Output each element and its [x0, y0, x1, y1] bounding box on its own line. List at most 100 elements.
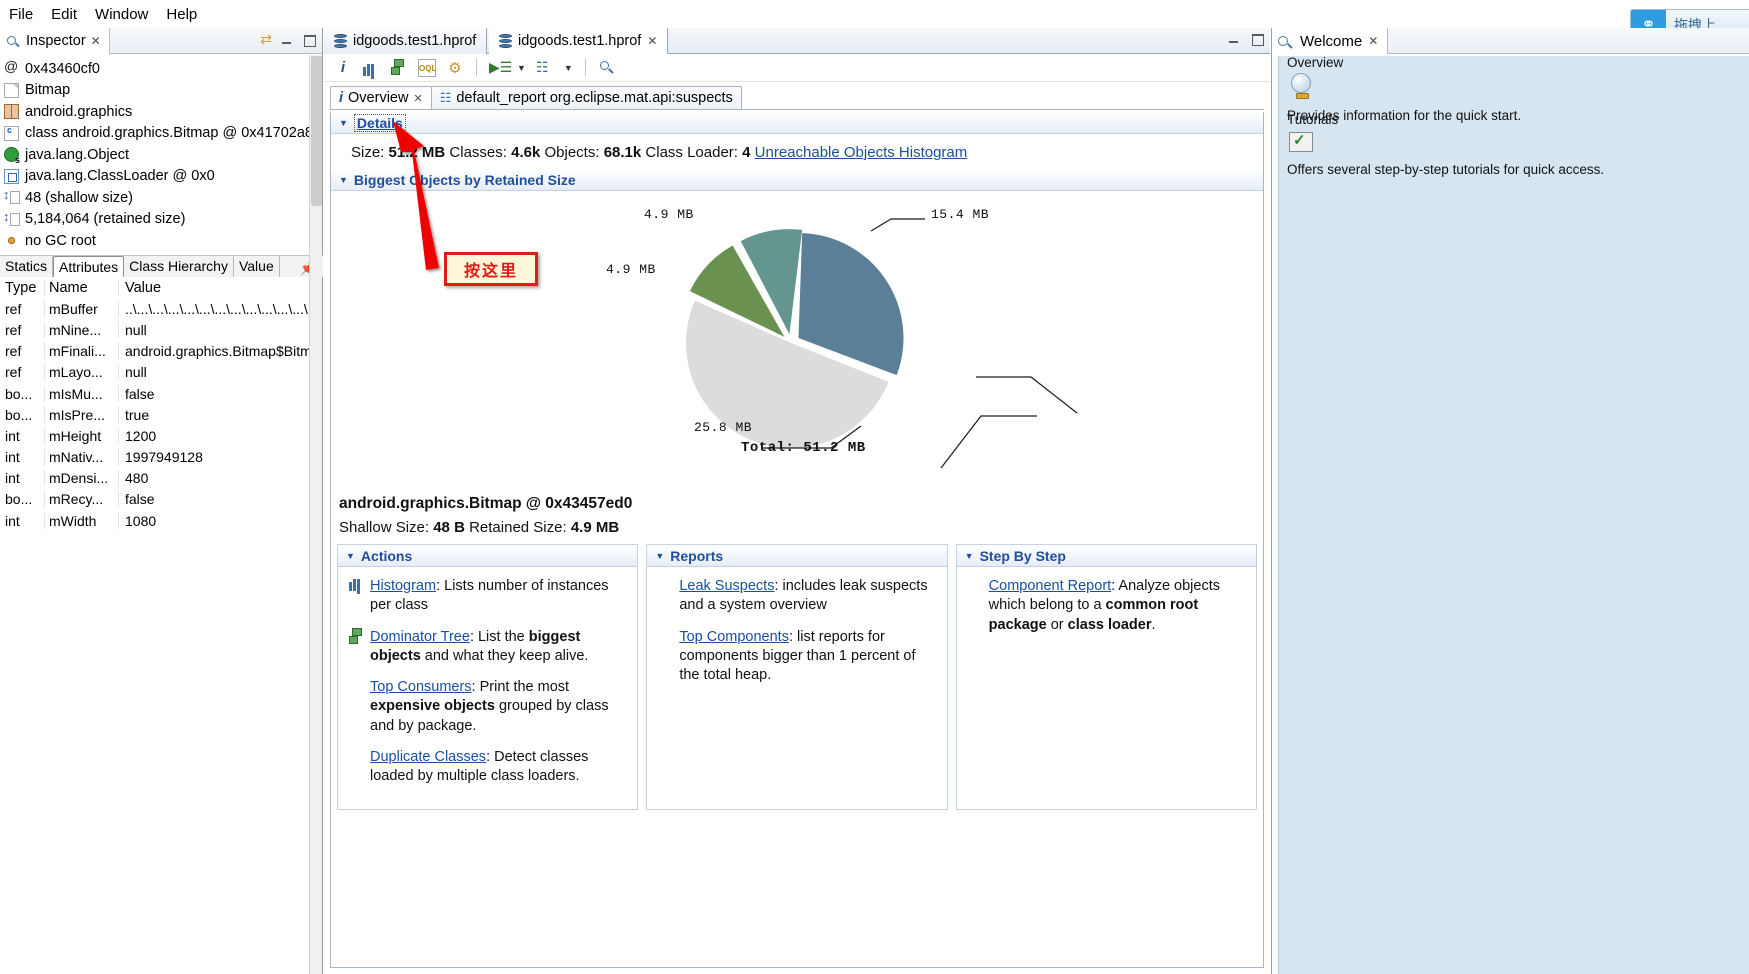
table-row[interactable]: ref mBuffer ..\...\...\...\...\...\...\...… [0, 298, 323, 319]
menu-item-edit[interactable]: Edit [42, 4, 86, 25]
tab-class-hierarchy[interactable]: Class Hierarchy [124, 256, 234, 277]
list-item[interactable]: no GC root [4, 230, 322, 252]
list-item[interactable]: java.lang.ClassLoader @ 0x0 [4, 166, 322, 188]
reports-icon[interactable]: ☷ [536, 59, 554, 77]
tab-statics[interactable]: Statics [0, 256, 54, 277]
close-icon[interactable]: ✕ [413, 92, 422, 105]
globe-icon[interactable] [1289, 73, 1315, 100]
tutorials-icon[interactable] [1289, 131, 1315, 155]
list-item[interactable]: Bitmap [4, 80, 322, 102]
chevron-down-icon[interactable]: ▼ [965, 551, 974, 561]
search-icon[interactable] [598, 59, 616, 77]
table-row[interactable]: ref mFinali... android.graphics.Bitmap$Bit… [0, 341, 323, 362]
sync-icon[interactable]: ⇄ [260, 31, 272, 48]
tab-welcome[interactable]: Welcome ✕ [1272, 28, 1389, 54]
action-duplicate-classes: Duplicate Classes: Detect classes loaded… [348, 748, 627, 787]
menu-item-window[interactable]: Window [86, 4, 157, 25]
editor-tab-hprof-1[interactable]: idgoods.test1.hprof [324, 28, 488, 54]
top-consumers-link[interactable]: Top Consumers [370, 679, 472, 695]
chevron-down-icon[interactable]: ▼ [339, 118, 348, 128]
table-row[interactable]: int mWidth 1080 [0, 510, 323, 531]
table-row[interactable]: ref mNine... null [0, 319, 323, 340]
pie-label-green: 4.9 MB [606, 262, 656, 277]
cell-name: mDensi... [44, 470, 118, 487]
inspector-object-list: 0x43460cf0 Bitmap android.graphics class… [0, 54, 322, 252]
cell-type: int [5, 512, 20, 529]
maximize-icon[interactable] [303, 33, 316, 47]
leak-suspects-link[interactable]: Leak Suspects [679, 578, 774, 594]
retained-size-pie-chart[interactable]: 4.9 MB 4.9 MB 15.4 MB 25.8 MB Total: 51.… [331, 191, 1263, 491]
close-icon[interactable]: ✕ [647, 34, 657, 48]
cell-value: false [118, 491, 323, 508]
overview-inner-tabbar: i Overview ✕ ☷ default_report org.eclips… [330, 86, 1264, 110]
cell-type: int [5, 470, 20, 487]
pie-label-teal: 4.9 MB [644, 207, 694, 222]
step-by-step-section-header[interactable]: ▼ Step By Step [956, 545, 1256, 567]
size-label: Size: [351, 144, 385, 161]
chevron-down-icon[interactable]: ▼ [346, 551, 355, 561]
classloader-icon [4, 168, 19, 184]
list-item[interactable]: android.graphics [4, 101, 322, 123]
list-item-label: android.graphics [25, 103, 133, 120]
list-item-label: 0x43460cf0 [25, 60, 100, 77]
cell-value: false [118, 385, 323, 402]
table-row[interactable]: ref mLayo... null [0, 362, 323, 383]
duplicate-classes-link[interactable]: Duplicate Classes [370, 749, 486, 765]
run-expert-icon[interactable]: ▶☰ [489, 59, 512, 77]
tab-inspector[interactable]: Inspector ✕ [0, 28, 110, 54]
table-row[interactable]: int mNativ... 1997949128 [0, 447, 323, 468]
maximize-icon[interactable] [1251, 32, 1264, 46]
tab-value[interactable]: Value [233, 256, 280, 277]
table-row[interactable]: int mDensi... 480 [0, 468, 323, 489]
top-components-link[interactable]: Top Components [679, 629, 789, 645]
dominator-tree-icon[interactable] [390, 58, 408, 77]
chevron-down-icon[interactable]: ▼ [564, 63, 573, 73]
component-report-link[interactable]: Component Report [989, 578, 1112, 594]
list-item[interactable]: 5,184,064 (retained size) [3, 209, 322, 231]
editor-tab-hprof-2[interactable]: idgoods.test1.hprof ✕ [489, 28, 669, 54]
toolbar-separator [584, 59, 586, 76]
reports-list: Leak Suspects: includes leak suspects an… [647, 567, 946, 707]
cell-name: mHeight [44, 427, 118, 444]
list-item[interactable]: class android.graphics.Bitmap @ 0x41702a… [4, 123, 322, 145]
actions-section-header[interactable]: ▼ Actions [338, 545, 638, 567]
chevron-down-icon[interactable]: ▼ [339, 175, 348, 185]
inspector-scrollbar[interactable] [309, 55, 322, 974]
reports-section-header[interactable]: ▼ Reports [647, 545, 947, 567]
chevron-down-icon[interactable]: ▼ [655, 551, 664, 561]
list-item[interactable]: java.lang.Object [4, 144, 322, 166]
chevron-down-icon[interactable]: ▼ [517, 63, 526, 73]
list-item[interactable]: 48 (shallow size) [3, 187, 322, 209]
menu-item-help[interactable]: Help [157, 4, 206, 25]
inner-tab-default-report[interactable]: ☷ default_report org.eclipse.mat.api:sus… [430, 86, 742, 109]
oql-icon[interactable]: OQL [418, 58, 436, 77]
histogram-link[interactable]: Histogram [370, 578, 436, 594]
menu-item-file[interactable]: File [0, 4, 42, 25]
tab-attributes[interactable]: Attributes [53, 256, 125, 277]
inspector-tabbar: Inspector ✕ ⇄ [0, 28, 322, 54]
inner-tab-overview[interactable]: i Overview ✕ [330, 86, 432, 109]
close-icon[interactable]: ✕ [1368, 34, 1378, 48]
details-section-header[interactable]: ▼ Details [331, 112, 1263, 134]
cell-type: bo... [5, 385, 33, 402]
close-icon[interactable]: ✕ [91, 34, 101, 48]
overview-info-icon[interactable]: i [334, 59, 352, 77]
dominator-tree-link[interactable]: Dominator Tree [370, 629, 470, 645]
cell-value: 1080 [118, 512, 323, 529]
table-row[interactable]: bo... mIsMu... false [0, 383, 323, 404]
welcome-text-tutorials: Offers several step-by-step tutorials fo… [1287, 161, 1605, 177]
table-row[interactable]: bo... mRecy... false [0, 489, 323, 510]
tab-welcome-label: Welcome [1300, 32, 1363, 50]
table-row[interactable]: int mHeight 1200 [0, 425, 323, 446]
list-item[interactable]: 0x43460cf0 [4, 58, 322, 80]
scrollbar-thumb[interactable] [311, 56, 322, 206]
unreachable-objects-histogram-link[interactable]: Unreachable Objects Histogram [755, 144, 968, 161]
step-component-report: Component Report: Analyze objects which … [967, 577, 1246, 635]
minimize-icon[interactable] [281, 33, 294, 46]
queries-icon[interactable]: ⚙ [446, 59, 464, 77]
gcroot-icon [8, 237, 15, 245]
biggest-objects-section-header[interactable]: ▼ Biggest Objects by Retained Size [331, 169, 1263, 191]
histogram-icon[interactable] [362, 59, 380, 77]
minimize-icon[interactable] [1228, 32, 1241, 45]
table-row[interactable]: bo... mIsPre... true [0, 404, 323, 425]
